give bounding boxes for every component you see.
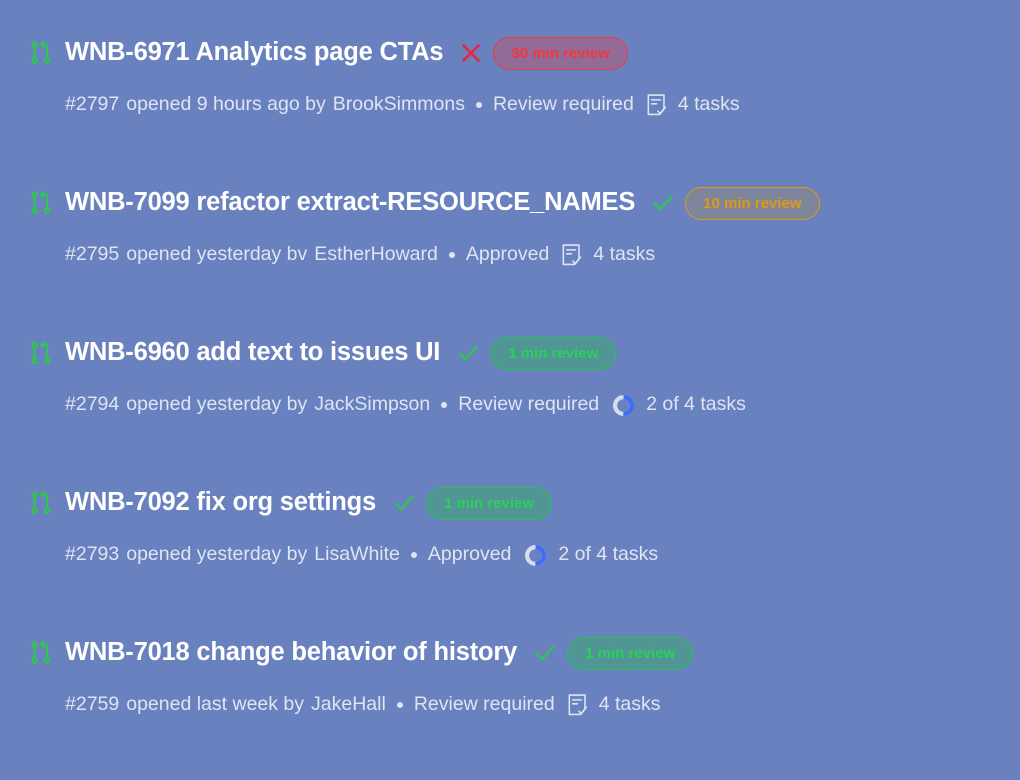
pull-request-row[interactable]: WNB-7092 fix org settings 1 min review #27… <box>0 480 1020 630</box>
pull-request-title-line[interactable]: WNB-7018 change behavior of history 1 min… <box>28 630 1020 676</box>
pull-request-number: #2797 <box>65 93 120 116</box>
check-mark-icon <box>394 495 414 511</box>
progress-ring-icon <box>525 544 547 566</box>
pull-request-number: #2794 <box>65 393 120 416</box>
pull-request-author[interactable]: LisaWhite <box>314 545 400 565</box>
task-list-icon <box>568 693 587 715</box>
pull-request-title[interactable]: WNB-6960 add text to issues UI <box>65 340 440 366</box>
pull-request-icon <box>31 641 51 665</box>
separator-dot <box>396 702 403 708</box>
tasks-count-label: 4 tasks <box>598 693 661 716</box>
pull-request-number: #2793 <box>65 543 120 566</box>
review-time-badge[interactable]: 10 min review <box>685 186 820 220</box>
review-time-badge[interactable]: 1 min review <box>490 336 617 370</box>
pull-request-title[interactable]: WNB-7092 fix org settings <box>65 490 376 516</box>
pull-request-meta-line: #2795 opened yesterday bv EstherHoward Appr… <box>28 238 1020 272</box>
pull-request-opened-text: opened last week by <box>126 693 305 716</box>
pull-request-icon <box>31 491 51 515</box>
review-state-label: Review required <box>458 393 600 416</box>
pull-request-icon <box>31 191 51 215</box>
check-mark-icon <box>535 645 555 661</box>
separator-dot <box>448 252 455 258</box>
pull-request-number: #2795 <box>65 243 120 266</box>
review-time-badge[interactable]: 30 min review <box>493 36 628 70</box>
pull-request-opened-text: opened 9 hours ago by <box>126 93 326 116</box>
pull-request-title-line[interactable]: WNB-7092 fix org settings 1 min review <box>28 480 1020 526</box>
pull-request-meta-line: #2797 opened 9 hours ago by BrookSimmons Re… <box>28 88 1020 122</box>
check-mark-icon <box>458 345 478 361</box>
pull-request-icon <box>31 341 51 365</box>
progress-ring-icon <box>613 394 635 416</box>
task-list-icon <box>562 243 582 265</box>
pull-request-author[interactable]: EstherHoward <box>314 245 438 265</box>
review-time-badge[interactable]: 1 min review <box>567 636 694 670</box>
pull-request-author[interactable]: JakeHall <box>311 695 386 715</box>
task-list-icon <box>647 93 667 115</box>
pull-request-title-line[interactable]: WNB-6960 add text to issues UI 1 min revi… <box>28 330 1020 376</box>
separator-dot <box>410 552 417 558</box>
pull-request-row[interactable]: WNB-7099 refactor extract-RESOURCE_NAMES… <box>0 180 1020 330</box>
pull-request-row[interactable]: WNB-6960 add text to issues UI 1 min revi… <box>0 330 1020 480</box>
separator-dot <box>475 102 482 108</box>
pull-request-opened-text: opened yesterday by <box>126 543 308 566</box>
pull-request-title[interactable]: WNB-7018 change behavior of history <box>65 640 517 666</box>
pull-request-meta-line: #2759 opened last week by JakeHall Review r… <box>28 688 1020 722</box>
pull-request-title[interactable]: WNB-7099 refactor extract-RESOURCE_NAMES <box>65 190 635 216</box>
pull-request-row[interactable]: WNB-6971 Analytics page CTAs 30 min revie… <box>0 30 1020 180</box>
pull-request-icon <box>31 41 51 65</box>
pull-request-title-line[interactable]: WNB-7099 refactor extract-RESOURCE_NAMES… <box>28 180 1020 226</box>
review-state-label: Review required <box>492 93 634 116</box>
pull-request-list: WNB-6971 Analytics page CTAs 30 min revie… <box>0 0 1020 758</box>
pull-request-meta-line: #2793 opened yesterday by LisaWhite Approve… <box>28 538 1020 572</box>
pull-request-opened-text: opened yesterday bv <box>126 243 308 266</box>
pull-request-title-line[interactable]: WNB-6971 Analytics page CTAs 30 min revie… <box>28 30 1020 76</box>
tasks-count-label: 4 tasks <box>593 243 656 266</box>
tasks-count-label: 2 of 4 tasks <box>558 543 659 566</box>
review-state-label: Review required <box>413 693 555 716</box>
tasks-count-label: 4 tasks <box>677 93 740 116</box>
x-mark-icon <box>462 44 481 62</box>
check-mark-icon <box>653 195 673 211</box>
separator-dot <box>441 402 448 408</box>
pull-request-number: #2759 <box>65 693 120 716</box>
pull-request-opened-text: opened yesterday by <box>126 393 308 416</box>
tasks-count-label: 2 of 4 tasks <box>646 393 746 416</box>
pull-request-meta-line: #2794 opened yesterday by JackSimpson Revie… <box>28 388 1020 422</box>
review-state-label: Approved <box>465 243 550 266</box>
pull-request-title[interactable]: WNB-6971 Analytics page CTAs <box>65 40 444 66</box>
pull-request-author[interactable]: JackSimpson <box>314 395 430 415</box>
pull-request-author[interactable]: BrookSimmons <box>333 95 465 115</box>
review-state-label: Approved <box>427 543 512 566</box>
review-time-badge[interactable]: 1 min review <box>425 486 553 520</box>
